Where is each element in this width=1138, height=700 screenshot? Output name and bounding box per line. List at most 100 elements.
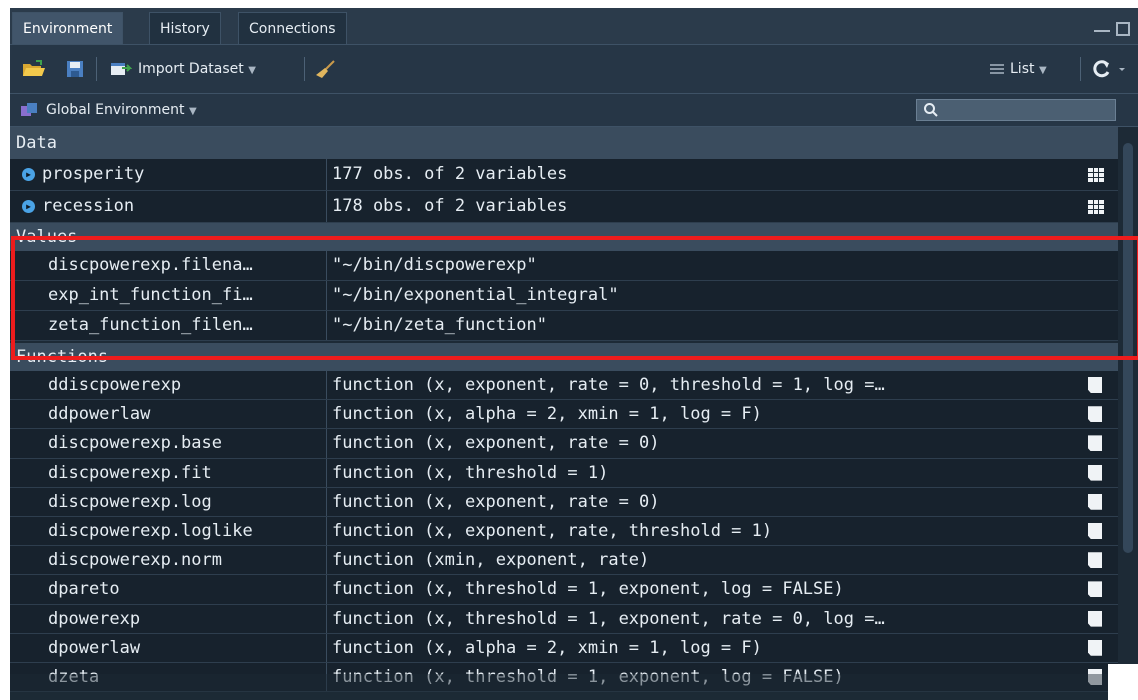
column-divider [326,546,327,575]
column-divider [326,575,327,604]
view-function-icon[interactable] [1088,464,1102,481]
expand-icon[interactable]: ▶ [22,168,35,181]
function-signature: function (x, threshold = 1, exponent, ra… [332,608,885,629]
table-row[interactable]: discpowerexp.log function (x, exponent, r… [10,487,1118,517]
minimize-icon[interactable] [1094,24,1110,32]
save-icon[interactable] [66,60,84,78]
variable-value: 177 obs. of 2 variables [332,164,568,184]
search-icon [924,103,938,117]
view-function-icon[interactable] [1088,523,1102,539]
view-mode-dropdown[interactable]: List ▼ [1010,60,1047,80]
open-folder-icon[interactable] [22,60,46,78]
view-function-icon[interactable] [1088,639,1102,656]
table-row[interactable]: exp_int_function_fi… "~/bin/exponential_… [10,281,1118,311]
function-signature: function (x, exponent, rate = 0, thresho… [332,375,885,395]
scrollbar[interactable] [1118,127,1138,700]
variable-name: recession [42,196,135,216]
variable-value: "~/bin/zeta_function" [332,315,547,335]
table-row[interactable]: discpowerexp.filena… "~/bin/discpowerexp… [10,251,1118,281]
variable-value: "~/bin/exponential_integral" [332,285,619,305]
table-row[interactable]: dpowerexp function (x, threshold = 1, exp… [10,604,1118,634]
variable-name: prosperity [42,164,145,184]
function-name: dzeta [48,667,100,687]
variable-value: 178 obs. of 2 variables [332,196,568,216]
environment-list: Data ▶ prosperity 177 obs. of 2 variable… [10,127,1118,700]
table-row[interactable]: ddiscpowerexp function (x, exponent, rate… [10,371,1118,401]
table-row[interactable]: discpowerexp.norm function (xmin, exponen… [10,546,1118,576]
column-divider [326,371,327,400]
column-divider [326,251,327,280]
function-name: ddiscpowerexp [48,375,182,395]
table-row[interactable]: discpowerexp.fit function (x, threshold =… [10,458,1118,488]
table-row[interactable]: dpowerlaw function (x, alpha = 2, xmin = … [10,633,1118,663]
function-name: discpowerexp.log [48,491,212,512]
tab-environment[interactable]: Environment [12,12,124,44]
corner-patch [1108,664,1138,700]
import-dataset-icon[interactable] [110,60,133,78]
function-signature: function (x, exponent, rate, threshold =… [332,521,773,541]
view-function-icon[interactable] [1088,610,1102,627]
variable-name: exp_int_function_fi… [48,285,253,305]
function-name: discpowerexp.base [48,433,222,454]
function-signature: function (x, alpha = 2, xmin = 1, log = … [332,637,762,658]
table-row[interactable]: discpowerexp.base function (x, exponent, … [10,429,1118,459]
tab-bar: Environment History Connections [10,8,1138,45]
table-row[interactable]: dpareto function (x, threshold = 1, expon… [10,575,1118,605]
environment-scope-dropdown[interactable]: Global Environment ▼ [46,101,197,121]
table-row[interactable]: zeta_function_filen… "~/bin/zeta_functio… [10,311,1118,341]
column-divider [326,604,327,633]
toolbar-separator [1080,57,1081,81]
column-divider [326,159,327,190]
toolbar-separator [304,57,305,81]
global-environment-icon [20,102,38,120]
table-row[interactable]: ▶ recession 178 obs. of 2 variables [10,191,1118,223]
column-divider [326,191,327,222]
maximize-icon[interactable] [1116,22,1130,36]
table-row[interactable]: ▶ prosperity 177 obs. of 2 variables [10,159,1118,191]
function-signature: function (xmin, exponent, rate) [332,550,650,571]
section-header-functions[interactable]: Functions [10,343,1118,371]
section-header-values[interactable]: Values [10,223,1118,251]
section-header-data[interactable]: Data [10,127,1118,159]
function-name: discpowerexp.fit [48,462,212,483]
view-function-icon[interactable] [1088,377,1102,393]
toolbar: Import Dataset ▼ List ▼ [10,45,1138,94]
tab-history[interactable]: History [149,12,221,44]
column-divider [326,281,327,310]
column-divider [326,517,327,546]
view-function-icon[interactable] [1088,552,1102,569]
variable-name: zeta_function_filen… [48,315,253,335]
broom-icon[interactable] [314,60,336,78]
table-row[interactable]: dzeta function (x, threshold = 1, exponen… [10,663,1118,693]
refresh-icon[interactable] [1092,60,1128,78]
table-row[interactable]: ddpowerlaw function (x, alpha = 2, xmin =… [10,400,1118,430]
function-signature: function (x, threshold = 1, exponent, lo… [332,579,844,600]
expand-icon[interactable]: ▶ [22,200,35,213]
view-function-icon[interactable] [1088,435,1102,452]
function-signature: function (x, exponent, rate = 0) [332,491,660,512]
view-table-icon[interactable] [1088,200,1104,214]
function-name: discpowerexp.norm [48,550,222,571]
scrollbar-thumb[interactable] [1123,143,1133,553]
column-divider [326,400,327,429]
view-function-icon[interactable] [1088,406,1102,423]
view-function-icon[interactable] [1088,493,1102,510]
view-function-icon[interactable] [1088,669,1102,685]
column-divider [326,311,327,340]
function-name: ddpowerlaw [48,404,151,425]
column-divider [326,487,327,516]
column-divider [326,429,327,458]
import-dataset-button[interactable]: Import Dataset ▼ [138,60,256,80]
tab-connections[interactable]: Connections [238,12,347,44]
function-signature: function (x, exponent, rate = 0) [332,433,660,454]
column-divider [326,458,327,487]
table-row[interactable]: discpowerexp.loglike function (x, exponen… [10,517,1118,547]
variable-name: discpowerexp.filena… [48,255,253,275]
variable-value: "~/bin/discpowerexp" [332,255,537,275]
function-signature: function (x, threshold = 1) [332,462,609,483]
search-input[interactable] [916,99,1116,121]
function-name: dpowerlaw [48,637,141,658]
list-view-icon [988,60,1006,78]
view-function-icon[interactable] [1088,581,1102,598]
view-table-icon[interactable] [1088,168,1104,182]
